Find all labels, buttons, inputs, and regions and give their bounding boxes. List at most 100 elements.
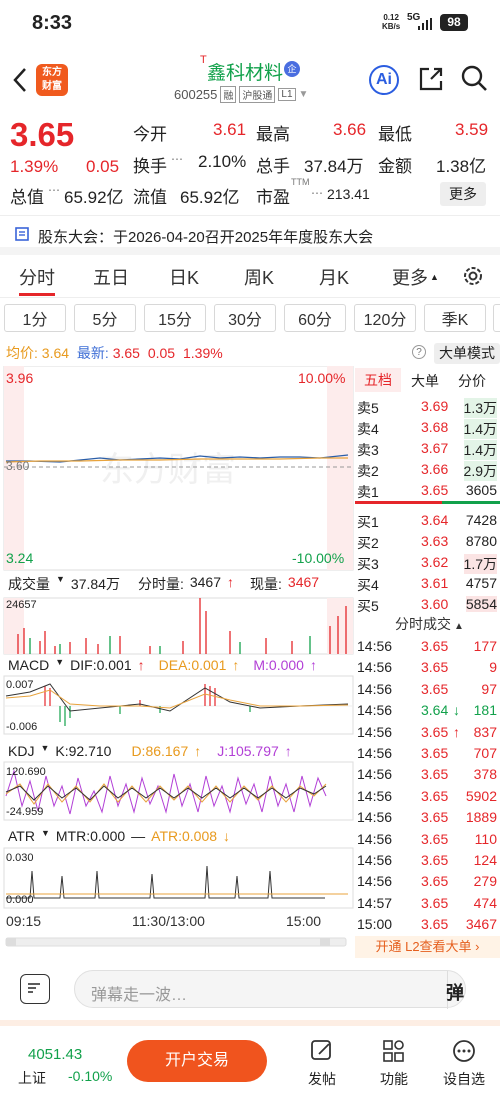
bid-row[interactable]: 买1 3.64 7428: [355, 510, 500, 531]
ask-row[interactable]: 卖5 3.69 1.3万: [355, 396, 500, 418]
arrow-up-icon: ↑: [309, 657, 317, 673]
danmu-toggle-icon[interactable]: [20, 974, 50, 1004]
help-icon[interactable]: ?: [412, 345, 426, 359]
bid-row-price: 3.61: [421, 575, 449, 591]
ask-row[interactable]: 卖2 3.66 2.9万: [355, 459, 500, 481]
ratio-red-bar: [355, 501, 442, 504]
trade-row: 14:56 3.65 279: [355, 871, 500, 892]
atr-indicator[interactable]: ATR: [8, 828, 35, 844]
info-icon[interactable]: ⋯: [48, 183, 60, 197]
latest-pct: 1.39%: [182, 345, 223, 361]
trade-volume: 474: [473, 894, 497, 911]
trade-volume: 181: [473, 702, 497, 719]
subtab-60min[interactable]: 60分: [284, 304, 346, 332]
float-value-label: 流值: [133, 188, 167, 207]
more-button[interactable]: 更多: [440, 182, 486, 206]
ask-row[interactable]: 卖3 3.67 1.4万: [355, 438, 500, 460]
subtab-15min[interactable]: 15分: [144, 304, 206, 332]
info-icon[interactable]: ⋯: [311, 186, 323, 200]
ask-row-price: 3.68: [421, 419, 449, 435]
comment-input[interactable]: 弹幕走一波… 弹: [74, 970, 466, 1009]
trades-title[interactable]: 分时成交 ▲: [395, 614, 464, 634]
ai-icon[interactable]: Ai: [369, 65, 399, 95]
macd-indicator[interactable]: MACD: [8, 657, 49, 673]
total-value-label: 总值: [10, 188, 44, 207]
tab-week-k[interactable]: 周K: [244, 264, 274, 290]
big-order-mode-button[interactable]: 大单模式: [434, 343, 500, 364]
index-value[interactable]: 4051.43: [28, 1046, 82, 1063]
self-select-button[interactable]: 设自选: [440, 1038, 488, 1088]
tab-day-k[interactable]: 日K: [169, 264, 199, 290]
bid-row[interactable]: 买4 3.61 4757: [355, 573, 500, 594]
stock-code-row: 600255 融 沪股通 L1 ▼: [174, 86, 308, 103]
trade-time: 14:56: [357, 659, 393, 676]
tab-month-k[interactable]: 月K: [319, 264, 349, 290]
tab-more[interactable]: 更多: [392, 264, 428, 290]
subtab-30min[interactable]: 30分: [214, 304, 276, 332]
trade-price: 3.65: [421, 830, 449, 847]
subtab-1min[interactable]: 1分: [4, 304, 66, 332]
bid-row[interactable]: 买3 3.62 1.7万: [355, 552, 500, 574]
pct-axis-high: 10.00%: [298, 370, 346, 386]
subtab-quarter-k[interactable]: 季K: [424, 304, 486, 332]
tab-five-level[interactable]: 五档: [355, 368, 401, 392]
volume-label: 总手: [256, 157, 290, 176]
intraday-chart[interactable]: 东方财富 3.96 3.24 10.00% -10.00% 3.60 成交量 ▼…: [0, 366, 355, 956]
subtab-5min[interactable]: 5分: [74, 304, 136, 332]
stock-name[interactable]: 鑫科材料: [207, 58, 283, 85]
subtab-overflow[interactable]: [493, 304, 500, 332]
trade-row: 14:56 3.65 124: [355, 850, 500, 871]
ask-row[interactable]: 卖4 3.68 1.4万: [355, 417, 500, 439]
trade-volume: 837: [473, 723, 497, 740]
ask-row-label: 卖2: [357, 463, 379, 479]
back-icon[interactable]: [10, 65, 30, 95]
info-icon[interactable]: ⋯: [171, 152, 183, 166]
bid-row-label: 买4: [357, 577, 379, 593]
trade-button[interactable]: 开户交易: [127, 1040, 267, 1082]
tab-price-dist[interactable]: 分价: [458, 371, 486, 391]
price-axis-low: 3.24: [6, 550, 34, 566]
index-name: 上证: [18, 1070, 46, 1086]
trade-row: 14:56 3.64 181 ↓: [355, 700, 500, 721]
bottom-area: 弹幕走一波… 弹 4051.43 上证 -0.10% 开户交易 发帖 功能 设自…: [0, 960, 500, 1111]
high-label: 最高: [256, 125, 290, 144]
atr-mtr: MTR:0.000: [55, 828, 126, 844]
trade-price: 3.65: [421, 638, 449, 654]
tab-intraday[interactable]: 分时: [19, 264, 55, 290]
bid-row[interactable]: 买2 3.63 8780: [355, 531, 500, 552]
trade-price: 3.65: [421, 894, 449, 911]
atr-axis-bottom: 0.000: [6, 894, 34, 906]
post-button[interactable]: 发帖: [306, 1038, 338, 1088]
kdj-header: KDJ ▼ K:92.710 D:86.167 ↑ J:105.797 ↑: [8, 743, 292, 759]
kdj-axis-top: 120.690: [6, 766, 46, 778]
tab-five-day[interactable]: 五日: [93, 264, 129, 290]
low-value: 3.59: [455, 120, 489, 139]
notice-bar[interactable]: 股东大会：于2026-04-20召开2025年年度股东大会: [0, 215, 500, 255]
minute-tabs: 1分 5分 15分 30分 60分 120分 季K: [0, 300, 500, 336]
danmu-send-icon[interactable]: 弹: [446, 979, 464, 1005]
subtab-120min[interactable]: 120分: [354, 304, 416, 332]
caret-up-icon: ▲: [454, 621, 464, 632]
search-icon[interactable]: [460, 64, 488, 92]
trade-time: 14:56: [357, 702, 393, 719]
function-button[interactable]: 功能: [378, 1038, 410, 1088]
trade-price: 3.65: [421, 809, 449, 826]
pe-sup: TTM: [291, 177, 310, 187]
bid-row[interactable]: 买5 3.60 5854: [355, 594, 500, 615]
chevron-down-icon[interactable]: ▼: [299, 89, 309, 100]
high-value: 3.66: [333, 120, 367, 139]
kdj-indicator[interactable]: KDJ: [8, 743, 34, 759]
ask-row[interactable]: 卖1 3.65 3605: [355, 480, 500, 501]
tab-big-order[interactable]: 大单: [411, 371, 439, 391]
trade-volume: 3467: [465, 916, 497, 933]
share-icon[interactable]: [417, 65, 445, 93]
trades-list[interactable]: 14:56 3.65 177 14:56 3.65 9 14:56 3.65 97 14:56 3.…: [355, 636, 500, 936]
settings-icon[interactable]: [461, 264, 485, 288]
time-start: 09:15: [6, 913, 42, 929]
trade-volume: 97: [481, 680, 497, 697]
l2-upgrade-link[interactable]: 开通 L2查看大单 ›: [355, 936, 500, 958]
divider: [0, 1020, 500, 1026]
trade-time: 14:56: [357, 809, 393, 826]
trade-volume: 1889: [465, 809, 497, 826]
volume-indicator[interactable]: 成交量: [8, 574, 50, 594]
